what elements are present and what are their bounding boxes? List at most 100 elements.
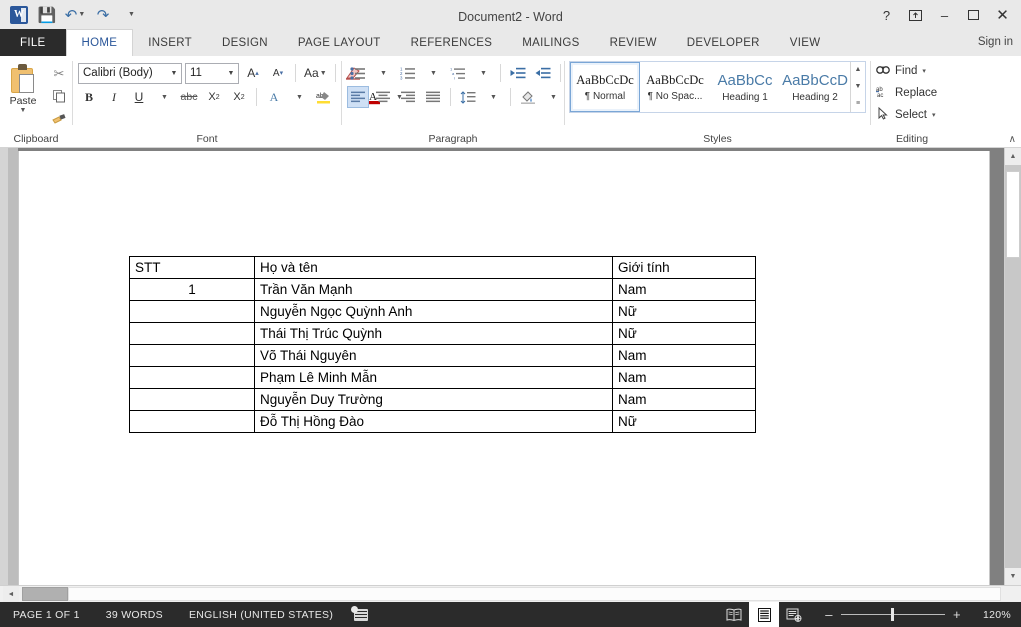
decrease-indent-icon[interactable] [507, 62, 529, 84]
format-painter-icon[interactable] [52, 109, 67, 127]
table-row[interactable]: Nguyễn Duy Trường Nam [130, 389, 756, 411]
tab-developer[interactable]: DEVELOPER [672, 29, 775, 56]
tab-insert[interactable]: INSERT [133, 29, 207, 56]
ribbon-display-options-icon[interactable] [901, 4, 930, 26]
horizontal-scrollbar[interactable]: ◄ [0, 585, 1021, 602]
replace-button[interactable]: abac Replace [871, 83, 937, 103]
find-button[interactable]: Find ▾ [871, 61, 926, 81]
horizontal-scroll-thumb[interactable] [22, 587, 68, 601]
shading-icon[interactable] [517, 86, 539, 108]
underline-button[interactable]: U [128, 86, 150, 108]
scroll-up-icon[interactable]: ▲ [1005, 148, 1021, 165]
web-layout-icon[interactable] [779, 602, 809, 627]
select-caret-icon[interactable]: ▾ [932, 111, 936, 119]
vertical-scrollbar[interactable]: ▲ ▼ [1004, 148, 1021, 585]
collapse-ribbon-icon[interactable]: ∧ [1009, 134, 1016, 145]
restore-button[interactable] [959, 4, 988, 26]
tab-home[interactable]: HOME [66, 29, 134, 56]
help-button[interactable]: ? [872, 4, 901, 26]
language-status[interactable]: ENGLISH (UNITED STATES) [176, 609, 346, 621]
italic-button[interactable]: I [103, 86, 125, 108]
numbering-icon[interactable]: 123 [397, 62, 419, 84]
tab-review[interactable]: REVIEW [595, 29, 672, 56]
line-spacing-caret-icon[interactable]: ▼ [482, 86, 504, 108]
minimize-button[interactable]: – [930, 4, 959, 26]
zoom-level-label[interactable]: 120% [973, 609, 1011, 621]
styles-scroll-up-icon[interactable]: ▲ [851, 62, 865, 78]
tab-references[interactable]: REFERENCES [396, 29, 508, 56]
select-button[interactable]: Select ▾ [871, 105, 935, 125]
table-row[interactable]: 1 Trần Văn Mạnh Nam [130, 279, 756, 301]
justify-icon[interactable] [422, 86, 444, 108]
customize-qat-icon[interactable]: ▼ [118, 3, 144, 27]
font-name-combo[interactable]: Calibri (Body) ▼ [78, 63, 182, 84]
style-item-heading-1[interactable]: AaBbCc Heading 1 [710, 62, 780, 112]
shading-caret-icon[interactable]: ▼ [542, 86, 564, 108]
horizontal-scroll-track[interactable] [68, 587, 1001, 601]
cut-icon[interactable]: ✂ [54, 65, 65, 83]
text-effects-button[interactable]: A [263, 86, 285, 108]
bold-button[interactable]: B [78, 86, 100, 108]
strikethrough-button[interactable]: abc [178, 86, 200, 108]
table-row[interactable]: Đỗ Thị Hồng Đào Nữ [130, 411, 756, 433]
zoom-slider-track[interactable] [841, 614, 945, 615]
chevron-down-icon[interactable]: ▼ [224, 70, 238, 77]
paste-dropdown-caret-icon[interactable]: ▼ [20, 107, 27, 114]
zoom-out-button[interactable]: – [823, 607, 835, 622]
redo-icon[interactable]: ↷ [90, 3, 116, 27]
print-layout-icon[interactable] [749, 602, 779, 627]
document-page[interactable]: STT Họ và tên Giới tính 1 Trần Văn Mạnh … [18, 151, 990, 588]
zoom-in-button[interactable]: + [951, 607, 963, 622]
close-button[interactable]: ✕ [988, 4, 1017, 26]
bullets-caret-icon[interactable]: ▼ [372, 62, 394, 84]
line-spacing-icon[interactable] [457, 86, 479, 108]
text-highlight-color-icon[interactable]: ab [313, 86, 335, 108]
align-left-icon[interactable] [347, 86, 369, 108]
increase-indent-icon[interactable] [532, 62, 554, 84]
style-item-heading-2[interactable]: AaBbCcD Heading 2 [780, 62, 850, 112]
save-icon[interactable]: 💾 [34, 3, 60, 27]
find-caret-icon[interactable]: ▾ [922, 67, 926, 75]
tab-view[interactable]: VIEW [775, 29, 836, 56]
grow-font-button[interactable]: A▴ [242, 62, 264, 84]
align-right-icon[interactable] [397, 86, 419, 108]
sign-in-link[interactable]: Sign in [978, 36, 1013, 48]
tab-mailings[interactable]: MAILINGS [507, 29, 594, 56]
tab-design[interactable]: DESIGN [207, 29, 283, 56]
paste-button[interactable]: Paste ▼ [0, 61, 46, 114]
numbering-caret-icon[interactable]: ▼ [422, 62, 444, 84]
bullets-icon[interactable] [347, 62, 369, 84]
vertical-scroll-thumb[interactable] [1006, 171, 1020, 258]
styles-more-icon[interactable]: ≡ [851, 96, 865, 112]
read-mode-icon[interactable] [719, 602, 749, 627]
undo-icon[interactable]: ↶▼ [62, 3, 88, 27]
page-count-status[interactable]: PAGE 1 OF 1 [0, 609, 93, 621]
table-row[interactable]: Nguyễn Ngọc Quỳnh Anh Nữ [130, 301, 756, 323]
shrink-font-button[interactable]: A▾ [267, 62, 289, 84]
superscript-button[interactable]: X2 [228, 86, 250, 108]
styles-scroll-down-icon[interactable]: ▼ [851, 79, 865, 95]
font-size-combo[interactable]: 11 ▼ [185, 63, 239, 84]
align-center-icon[interactable] [372, 86, 394, 108]
proofing-status-icon[interactable] [346, 609, 376, 621]
style-item-no-spacing[interactable]: AaBbCcDc ¶ No Spac... [640, 62, 710, 112]
table-row[interactable]: Võ Thái Nguyên Nam [130, 345, 756, 367]
underline-dropdown-caret-icon[interactable]: ▼ [153, 86, 175, 108]
table-header-row[interactable]: STT Họ và tên Giới tính [130, 257, 756, 279]
scroll-left-icon[interactable]: ◄ [3, 586, 19, 602]
word-count-status[interactable]: 39 WORDS [93, 609, 176, 621]
table-row[interactable]: Phạm Lê Minh Mẫn Nam [130, 367, 756, 389]
multilevel-list-icon[interactable]: 1ai [447, 62, 469, 84]
tab-file[interactable]: FILE [0, 29, 66, 56]
style-item-normal[interactable]: AaBbCcDc ¶ Normal [570, 62, 640, 112]
multilevel-caret-icon[interactable]: ▼ [472, 62, 494, 84]
subscript-button[interactable]: X2 [203, 86, 225, 108]
change-case-button[interactable]: Aa▼ [302, 62, 329, 84]
tab-page-layout[interactable]: PAGE LAYOUT [283, 29, 396, 56]
text-effects-caret-icon[interactable]: ▼ [288, 86, 310, 108]
document-table[interactable]: STT Họ và tên Giới tính 1 Trần Văn Mạnh … [129, 256, 756, 433]
chevron-down-icon[interactable]: ▼ [167, 70, 181, 77]
copy-icon[interactable] [53, 87, 66, 105]
table-row[interactable]: Thái Thị Trúc Quỳnh Nữ [130, 323, 756, 345]
zoom-slider-thumb[interactable] [891, 608, 894, 621]
